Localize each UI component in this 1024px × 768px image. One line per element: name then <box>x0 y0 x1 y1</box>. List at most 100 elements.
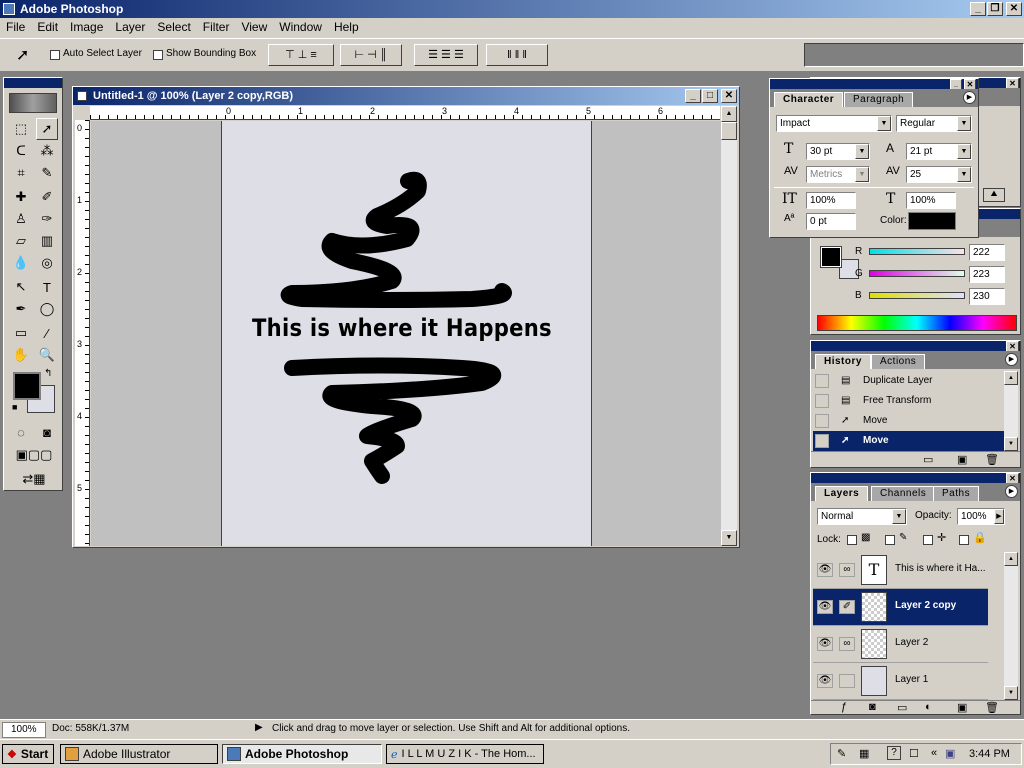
lock-position-checkbox[interactable] <box>923 535 933 545</box>
distribute-horizontal-button-group[interactable]: ‖ ‖ ‖ <box>486 44 548 66</box>
restore-button[interactable]: ❐ <box>987 2 1003 16</box>
history-item-selected[interactable]: ➚ Move <box>813 431 1004 451</box>
chevron-right-icon[interactable]: ▶ <box>994 509 1004 524</box>
move-tool-icon[interactable]: ➚ <box>36 118 58 140</box>
brush-tool-icon[interactable]: ✐ <box>36 186 58 208</box>
help-icon[interactable]: ? <box>887 746 901 760</box>
notes-tool-icon[interactable]: ▭ <box>10 322 32 344</box>
canvas-document[interactable]: This is where it Happens <box>221 121 592 546</box>
new-set-icon[interactable]: ▭ <box>897 701 907 714</box>
doc-maximize-button[interactable]: □ <box>702 89 718 103</box>
chevron-down-icon[interactable]: ▼ <box>957 167 971 182</box>
tracking-field[interactable]: 25 ▼ <box>906 166 972 183</box>
distribute-vertical-button-group[interactable]: ☰ ☰ ☰ <box>414 44 478 66</box>
start-button[interactable]: ❖ Start <box>2 744 54 764</box>
tray-icon[interactable]: ✎ <box>837 747 846 760</box>
blend-mode-select[interactable]: Normal ▼ <box>817 508 907 525</box>
zoom-tool-icon[interactable]: 🔍 <box>36 344 58 366</box>
tab-paragraph[interactable]: Paragraph <box>844 92 914 107</box>
magic-wand-tool-icon[interactable]: ⁂ <box>36 140 58 162</box>
default-colors-icon[interactable]: ■ <box>12 402 17 412</box>
healing-brush-tool-icon[interactable]: ✚ <box>10 186 32 208</box>
tab-channels[interactable]: Channels <box>871 486 936 501</box>
link-icon[interactable]: ∞ <box>839 637 855 651</box>
layer-row[interactable]: 👁 Layer 1 <box>813 663 988 700</box>
r-slider[interactable] <box>869 248 965 255</box>
menu-edit[interactable]: Edit <box>31 18 64 37</box>
new-layer-icon[interactable]: ▣ <box>957 701 967 714</box>
align-top-button-group[interactable]: ⊤ ⊥ ≡ <box>268 44 334 66</box>
history-item[interactable]: ➚ Move <box>813 411 1004 431</box>
path-selection-tool-icon[interactable]: ↖ <box>10 276 32 298</box>
clone-stamp-tool-icon[interactable]: ♙ <box>10 208 32 230</box>
tray-icon[interactable]: ▦ <box>859 747 869 760</box>
character-menu-arrow-icon[interactable]: ▶ <box>963 91 976 104</box>
color-fg-swatch[interactable] <box>820 246 842 268</box>
font-size-field[interactable]: 30 pt ▼ <box>806 143 870 160</box>
baseline-shift-field[interactable]: 0 pt <box>806 213 856 230</box>
menu-view[interactable]: View <box>235 18 273 37</box>
jump-to-imageready-icon[interactable]: ⇄▦ <box>8 468 60 490</box>
new-snapshot-icon[interactable]: ▣ <box>957 453 967 466</box>
minimize-button[interactable]: _ <box>970 2 986 16</box>
layer-style-icon[interactable]: ƒ <box>841 701 847 713</box>
tab-character[interactable]: Character <box>774 92 844 107</box>
b-value-field[interactable]: 230 <box>969 288 1005 305</box>
network-icon[interactable]: ▣ <box>945 747 955 760</box>
standard-mode-icon[interactable]: ◌ <box>10 421 32 443</box>
history-brush-tool-icon[interactable]: ✑ <box>36 208 58 230</box>
chevron-down-icon[interactable]: ▼ <box>892 509 906 524</box>
menu-layer[interactable]: Layer <box>109 18 151 37</box>
status-arrow-icon[interactable]: ▶ <box>255 722 263 733</box>
link-empty-slot[interactable] <box>839 674 855 688</box>
layer-row[interactable]: 👁 ∞ T This is where it Ha... <box>813 552 988 589</box>
eye-icon[interactable]: 👁 <box>817 674 833 688</box>
font-style-select[interactable]: Regular ▼ <box>896 115 972 132</box>
scroll-up-arrow-icon[interactable]: ▲ <box>1004 371 1018 385</box>
menu-filter[interactable]: Filter <box>197 18 236 37</box>
navigator-zoom-mountain-icon[interactable]: ⛰ <box>983 188 1005 202</box>
blur-tool-icon[interactable]: 💧 <box>10 252 32 274</box>
link-icon[interactable]: ∞ <box>839 563 855 577</box>
type-tool-icon[interactable]: T <box>36 276 58 298</box>
tab-layers[interactable]: Layers <box>815 486 869 501</box>
auto-select-checkbox[interactable] <box>50 50 60 60</box>
scroll-up-arrow-icon[interactable]: ▲ <box>1004 552 1018 566</box>
color-spectrum-bar[interactable] <box>817 315 1017 331</box>
scroll-up-arrow-icon[interactable]: ▲ <box>721 106 737 122</box>
lock-transparency-checkbox[interactable] <box>847 535 857 545</box>
bounding-box-checkbox[interactable] <box>153 50 163 60</box>
close-button[interactable]: ✕ <box>1006 2 1022 16</box>
tab-history[interactable]: History <box>815 354 871 369</box>
layer-row-selected[interactable]: 👁 ✐ Layer 2 copy <box>813 589 988 626</box>
tab-paths[interactable]: Paths <box>933 486 980 501</box>
new-document-icon[interactable]: ▭ <box>923 453 933 466</box>
crop-tool-icon[interactable]: ⌗ <box>10 162 32 184</box>
lock-all-checkbox[interactable] <box>959 535 969 545</box>
chevron-down-icon[interactable]: ▼ <box>957 144 971 159</box>
doc-minimize-button[interactable]: _ <box>685 89 701 103</box>
doc-size-info[interactable]: Doc: 558K/1.37M <box>52 723 129 734</box>
brush-icon[interactable]: ✐ <box>839 600 855 614</box>
add-mask-icon[interactable]: ◙ <box>869 701 876 713</box>
dodge-tool-icon[interactable]: ◎ <box>36 252 58 274</box>
menu-window[interactable]: Window <box>273 18 328 37</box>
g-slider[interactable] <box>869 270 965 277</box>
palette-well[interactable] <box>804 43 1024 67</box>
lock-image-checkbox[interactable] <box>885 535 895 545</box>
doc-close-button[interactable]: ✕ <box>721 89 737 103</box>
history-menu-arrow-icon[interactable]: ▶ <box>1005 353 1018 366</box>
vertical-scale-field[interactable]: 100% <box>806 192 856 209</box>
taskbar-task-illustrator[interactable]: Adobe Illustrator <box>60 744 218 764</box>
layers-scrollbar[interactable]: ▲ ▼ <box>1004 552 1018 700</box>
history-scrollbar[interactable]: ▲ ▼ <box>1004 371 1018 451</box>
trash-icon[interactable]: 🗑 <box>985 453 999 466</box>
shape-tool-icon[interactable]: ◯ <box>36 298 58 320</box>
history-item[interactable]: ▤ Duplicate Layer <box>813 371 1004 391</box>
tab-actions[interactable]: Actions <box>871 354 926 369</box>
swap-colors-icon[interactable]: ↰ <box>44 368 52 379</box>
eyedropper-tool-icon[interactable]: ⁄ <box>36 322 58 344</box>
chevron-down-icon[interactable]: ▼ <box>877 116 891 131</box>
font-family-select[interactable]: Impact ▼ <box>776 115 892 132</box>
menu-file[interactable]: File <box>0 18 31 37</box>
